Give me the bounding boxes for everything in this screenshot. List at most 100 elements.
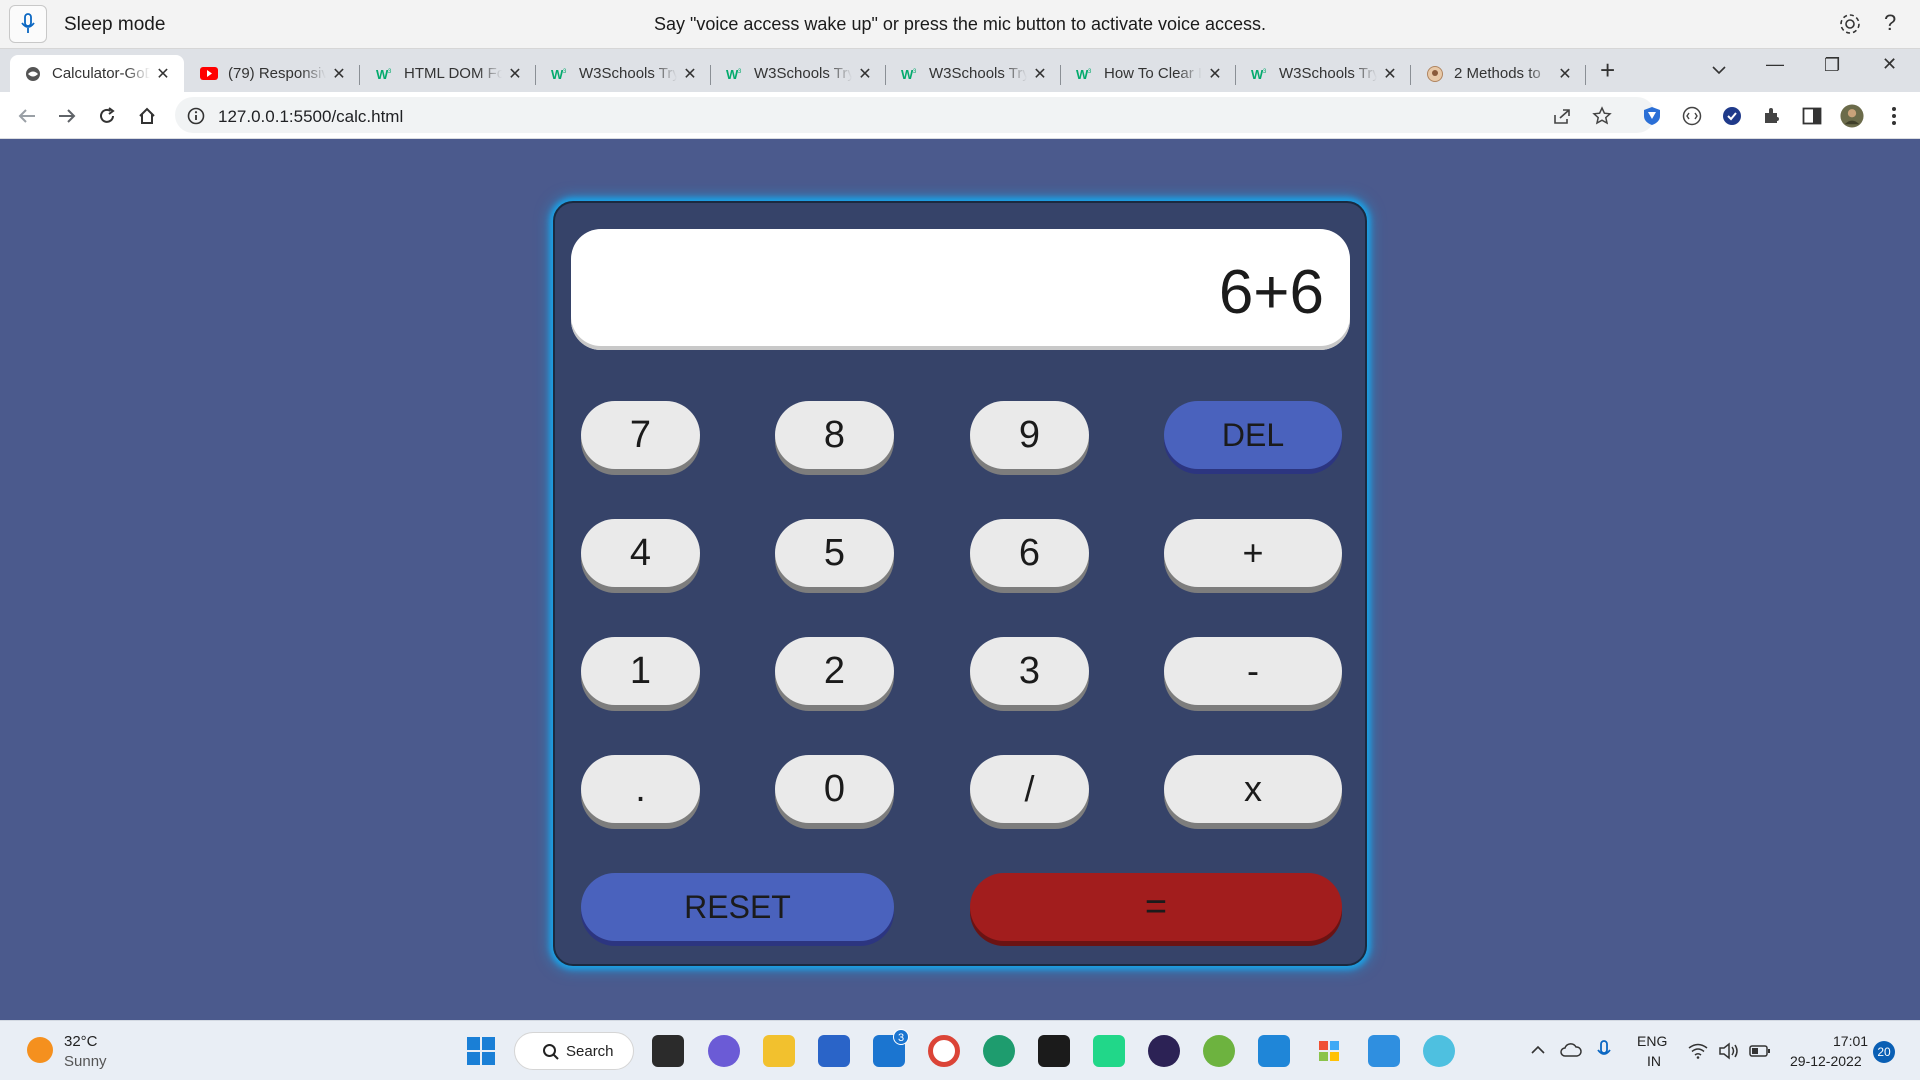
- spring-tools-icon[interactable]: [1203, 1035, 1235, 1067]
- tab-close-icon[interactable]: ✕: [506, 64, 524, 84]
- tab-close-icon[interactable]: ✕: [1556, 64, 1574, 84]
- microphone-tray-icon[interactable]: [1597, 1040, 1611, 1062]
- w3schools-icon: W3: [1251, 65, 1269, 83]
- clock-date: 29-12-2022: [1790, 1053, 1862, 1069]
- tab-w3schools[interactable]: W3 HTML DOM Form ✕: [362, 55, 536, 92]
- key-0[interactable]: 0: [775, 755, 894, 823]
- file-explorer-icon[interactable]: [763, 1035, 795, 1067]
- reload-button[interactable]: [93, 102, 121, 130]
- tab-2-methods[interactable]: 2 Methods to ✕: [1412, 55, 1586, 92]
- tab-title: W3Schools Tryit: [579, 65, 677, 82]
- tab-separator: [885, 65, 886, 85]
- key-8[interactable]: 8: [775, 401, 894, 469]
- pycharm-icon[interactable]: [1093, 1035, 1125, 1067]
- new-tab-button[interactable]: +: [1600, 55, 1615, 86]
- wifi-icon[interactable]: [1688, 1043, 1708, 1059]
- task-view-icon[interactable]: [652, 1035, 684, 1067]
- menu-kebab-icon[interactable]: [1882, 104, 1906, 128]
- w3schools-icon: W3: [726, 65, 744, 83]
- tab-close-icon[interactable]: ✕: [1206, 64, 1224, 84]
- minus-button[interactable]: -: [1164, 637, 1342, 705]
- photos-icon[interactable]: [1368, 1035, 1400, 1067]
- tab-close-icon[interactable]: ✕: [1381, 64, 1399, 84]
- volume-icon[interactable]: [1718, 1042, 1740, 1060]
- voice-access-message: Say "voice access wake up" or press the …: [653, 14, 1267, 34]
- tab-w3schools[interactable]: W3 W3Schools Tryit ✕: [1237, 55, 1411, 92]
- tab-calculator[interactable]: Calculator-GoDaddy ✕: [10, 55, 184, 92]
- profile-avatar[interactable]: [1840, 104, 1864, 128]
- bookmark-star-icon[interactable]: [1590, 104, 1614, 128]
- decimal-point-button[interactable]: .: [581, 755, 700, 823]
- git-kraken-icon[interactable]: [1313, 1035, 1345, 1067]
- tab-w3schools[interactable]: W3 W3Schools Tryit ✕: [537, 55, 711, 92]
- multiply-button[interactable]: x: [1164, 755, 1342, 823]
- tab-close-icon[interactable]: ✕: [330, 64, 348, 84]
- chrome-icon[interactable]: [928, 1035, 960, 1067]
- svg-text:3: 3: [1088, 69, 1092, 75]
- tab-title: W3Schools Tryit: [1279, 65, 1377, 82]
- plus-button[interactable]: +: [1164, 519, 1342, 587]
- svg-text:3: 3: [1263, 69, 1267, 75]
- weather-temperature: 32°C: [64, 1033, 98, 1050]
- svg-text:3: 3: [563, 69, 567, 75]
- key-5[interactable]: 5: [775, 519, 894, 587]
- tab-youtube[interactable]: (79) Responsive ✕: [186, 55, 360, 92]
- code-extension-icon[interactable]: [1680, 104, 1704, 128]
- home-icon: [139, 107, 155, 124]
- notification-count-badge[interactable]: 20: [1873, 1041, 1895, 1063]
- divide-button[interactable]: /: [970, 755, 1089, 823]
- shield-extension-icon[interactable]: [1640, 104, 1664, 128]
- reset-button[interactable]: RESET: [581, 873, 894, 941]
- extensions-puzzle-icon[interactable]: [1760, 104, 1784, 128]
- site-info-icon[interactable]: [187, 107, 205, 125]
- check-extension-icon[interactable]: [1720, 104, 1744, 128]
- tab-w3schools[interactable]: W3 W3Schools Tryit ✕: [887, 55, 1061, 92]
- tab-title: HTML DOM Form: [404, 65, 502, 82]
- input-language[interactable]: ENG: [1637, 1033, 1667, 1049]
- microsoft-store-icon[interactable]: [818, 1035, 850, 1067]
- sun-weather-icon[interactable]: [27, 1037, 53, 1063]
- key-6[interactable]: 6: [970, 519, 1089, 587]
- settings-gear-icon[interactable]: [1838, 12, 1862, 36]
- back-button[interactable]: [13, 102, 41, 130]
- close-window-button[interactable]: ✕: [1882, 54, 1897, 75]
- eclipse-icon[interactable]: [1148, 1035, 1180, 1067]
- edge-icon[interactable]: [983, 1035, 1015, 1067]
- browser-tab-strip: Calculator-GoDaddy ✕ (79) Responsive ✕ W…: [0, 49, 1920, 92]
- minimize-button[interactable]: —: [1766, 54, 1784, 75]
- tab-close-icon[interactable]: ✕: [681, 64, 699, 84]
- key-4[interactable]: 4: [581, 519, 700, 587]
- home-button[interactable]: [133, 102, 161, 130]
- key-7[interactable]: 7: [581, 401, 700, 469]
- side-panel-icon[interactable]: [1800, 104, 1824, 128]
- key-2[interactable]: 2: [775, 637, 894, 705]
- teams-chat-icon[interactable]: [708, 1035, 740, 1067]
- battery-icon[interactable]: [1749, 1044, 1771, 1058]
- tab-search-chevron-icon[interactable]: [1711, 64, 1727, 76]
- key-1[interactable]: 1: [581, 637, 700, 705]
- taskbar-search-label: Search: [566, 1043, 614, 1060]
- key-9[interactable]: 9: [970, 401, 1089, 469]
- forward-button[interactable]: [53, 102, 81, 130]
- share-icon[interactable]: [1550, 104, 1574, 128]
- delete-button[interactable]: DEL: [1164, 401, 1342, 469]
- clock-time[interactable]: 17:01: [1833, 1033, 1868, 1049]
- mail-badge: 3: [893, 1029, 909, 1045]
- windows-taskbar: 32°C Sunny Search 3 ENG IN 17:01 29-12-2…: [0, 1020, 1920, 1080]
- voice-access-icon[interactable]: [1423, 1035, 1455, 1067]
- tab-close-icon[interactable]: ✕: [1031, 64, 1049, 84]
- tab-close-icon[interactable]: ✕: [154, 64, 172, 84]
- restore-button[interactable]: ❐: [1824, 55, 1840, 76]
- tab-w3schools[interactable]: W3 W3Schools Tryit ✕: [712, 55, 886, 92]
- tray-chevron-up-icon[interactable]: [1530, 1044, 1546, 1056]
- onedrive-cloud-icon[interactable]: [1560, 1042, 1582, 1058]
- intellij-icon[interactable]: [1038, 1035, 1070, 1067]
- tab-close-icon[interactable]: ✕: [856, 64, 874, 84]
- windows-start-icon[interactable]: [466, 1036, 496, 1066]
- equals-button[interactable]: =: [970, 873, 1342, 941]
- help-button[interactable]: ?: [1884, 10, 1896, 36]
- vscode-icon[interactable]: [1258, 1035, 1290, 1067]
- svg-text:3: 3: [738, 69, 742, 75]
- tab-w3schools[interactable]: W3 How To Clear Input ✕: [1062, 55, 1236, 92]
- key-3[interactable]: 3: [970, 637, 1089, 705]
